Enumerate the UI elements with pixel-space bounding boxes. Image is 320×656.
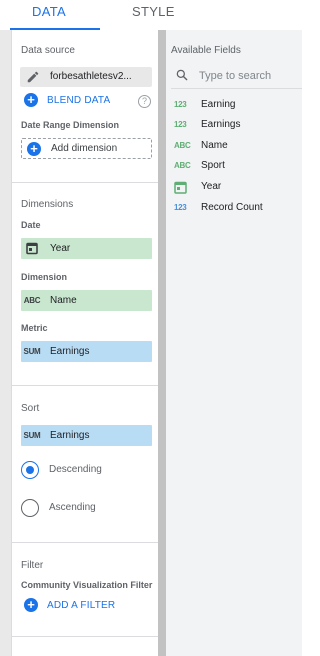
sort-field-chip[interactable]: SUM Earnings (21, 425, 152, 446)
plus-icon: + (24, 93, 38, 107)
descending-label: Descending (49, 464, 102, 475)
text-type-icon: ABC (174, 161, 191, 170)
field-label: Record Count (201, 202, 263, 213)
number-type-icon: 123 (174, 120, 187, 129)
number-type-icon: 123 (174, 100, 187, 109)
dimension-chip[interactable]: ABC Name (21, 290, 152, 311)
filter-section-label: Filter (21, 560, 44, 571)
plus-icon: + (24, 598, 38, 612)
field-label: Earnings (201, 119, 241, 130)
field-item-name[interactable]: ABC Name (174, 139, 300, 155)
add-dimension-label: Add dimension (51, 143, 118, 154)
search-underline (171, 88, 302, 89)
left-gutter (0, 30, 12, 656)
tab-bar: DATA STYLE (0, 0, 302, 30)
metric-chip-label: Earnings (50, 346, 90, 357)
ascending-label: Ascending (49, 502, 96, 513)
field-label: Earning (201, 99, 236, 110)
add-filter-label: ADD A FILTER (47, 600, 116, 611)
section-divider (12, 636, 158, 637)
available-fields-panel: Available Fields 123 Earning 123 Earning… (166, 30, 302, 656)
pencil-icon[interactable] (26, 70, 40, 84)
help-icon[interactable]: ? (138, 95, 151, 108)
field-search-input[interactable] (199, 68, 299, 84)
plus-icon: + (27, 142, 41, 156)
panel-scrollbar[interactable] (158, 30, 166, 656)
section-divider (12, 182, 158, 183)
date-label: Date (21, 220, 41, 230)
data-source-label: Data source (21, 45, 75, 56)
sum-aggregation-icon[interactable]: SUM (21, 341, 43, 362)
text-type-icon: ABC (23, 296, 41, 305)
metric-label: Metric (21, 323, 48, 333)
available-fields-title: Available Fields (171, 45, 241, 56)
date-dimension-chip[interactable]: Year (21, 238, 152, 259)
section-divider (12, 385, 158, 386)
tab-data[interactable]: DATA (32, 4, 66, 19)
search-icon (176, 69, 188, 81)
field-item-record-count[interactable]: 123 Record Count (174, 201, 300, 217)
field-item-sport[interactable]: ABC Sport (174, 159, 300, 175)
blend-data-label: BLEND DATA (47, 95, 111, 106)
field-item-earnings[interactable]: 123 Earnings (174, 118, 300, 134)
field-item-earning[interactable]: 123 Earning (174, 98, 300, 114)
dimensions-section-label: Dimensions (21, 199, 74, 210)
calendar-icon (174, 181, 187, 194)
data-source-name: forbesathletesv2... (50, 71, 132, 82)
dimension-label: Dimension (21, 272, 68, 282)
sum-aggregation-icon[interactable]: SUM (21, 425, 43, 446)
section-divider (12, 542, 158, 543)
date-range-label: Date Range Dimension (21, 120, 120, 130)
sort-field-label: Earnings (50, 430, 90, 441)
number-type-icon: 123 (174, 203, 187, 212)
calendar-icon (26, 242, 38, 255)
date-dimension-label: Year (50, 243, 71, 254)
descending-radio[interactable] (21, 461, 39, 479)
community-filter-label: Community Visualization Filter (21, 580, 153, 590)
sort-section-label: Sort (21, 403, 40, 414)
field-label: Year (201, 181, 222, 192)
text-type-icon: ABC (174, 141, 191, 150)
field-label: Name (201, 140, 228, 151)
field-item-year[interactable]: Year (174, 180, 300, 196)
dimension-chip-label: Name (50, 295, 77, 306)
add-date-range-dimension-button[interactable]: + Add dimension (21, 138, 152, 159)
field-label: Sport (201, 160, 225, 171)
tab-style[interactable]: STYLE (132, 4, 175, 19)
metric-chip[interactable]: SUM Earnings (21, 341, 152, 362)
data-properties-panel: Data source forbesathletesv2... + BLEND … (12, 30, 158, 656)
data-source-selector[interactable]: forbesathletesv2... (20, 67, 152, 87)
ascending-radio[interactable] (21, 499, 39, 517)
